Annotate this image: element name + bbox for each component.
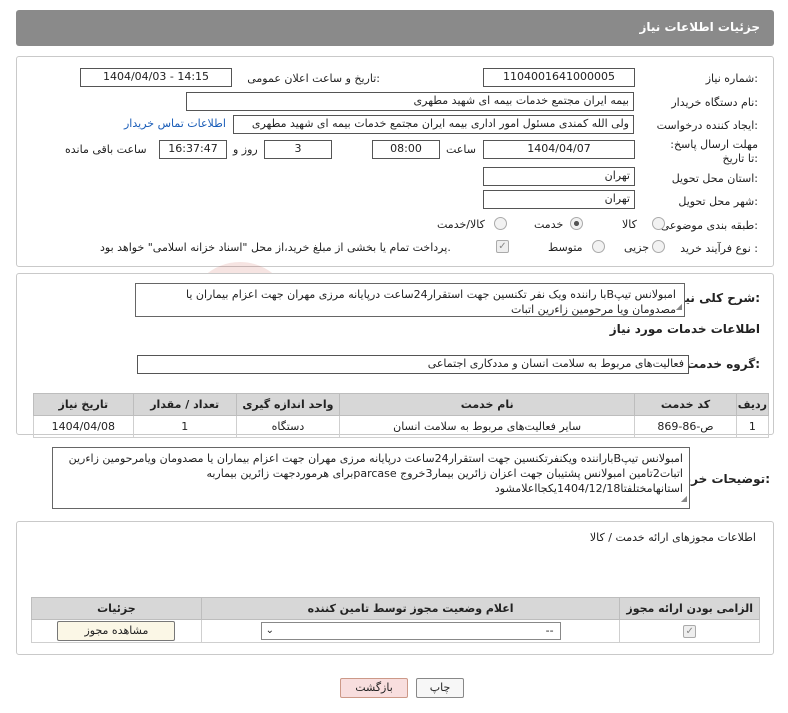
- view-permit-button[interactable]: مشاهده مجوز: [57, 621, 176, 641]
- back-button[interactable]: بازگشت: [340, 678, 408, 698]
- cell-details: مشاهده مجوز: [31, 619, 202, 643]
- buyer-notes-text: امبولانس تیپBباراننده ویکنفرتکنسین جهت ا…: [68, 452, 683, 495]
- process-option-medium: متوسط: [548, 241, 583, 254]
- col-date: تاریخ نیاز: [33, 393, 134, 416]
- permits-section-title: اطلاعات مجوزهای ارائه خدمت / کالا: [589, 531, 756, 544]
- payment-note: پرداخت تمام یا بخشی از مبلغ خرید،از محل …: [100, 241, 451, 254]
- col-permit-required: الزامی بودن ارائه مجوز: [619, 597, 760, 620]
- summary-label: شرح کلی نیاز:: [674, 291, 760, 305]
- col-details: جزئیات: [31, 597, 202, 620]
- contact-buyer-link[interactable]: اطلاعات تماس خریدار: [124, 117, 226, 130]
- payment-checkbox[interactable]: ✓: [496, 240, 509, 253]
- col-code: کد خدمت: [634, 393, 737, 416]
- print-button[interactable]: چاپ: [416, 678, 464, 698]
- buyer-label: نام دستگاه خریدار:: [671, 96, 758, 109]
- permits-table: جزئیات اعلام وضعیت مجوز توسط تامین کننده…: [31, 597, 760, 643]
- process-label: نوع فرآیند خرید :: [680, 242, 758, 255]
- need-number-field[interactable]: 1104001641000005: [483, 68, 635, 87]
- page-title: جزئیات اطلاعات نیاز: [639, 20, 760, 34]
- province-label: استان محل تحویل:: [671, 172, 758, 185]
- resize-grip-icon[interactable]: ◢: [676, 299, 682, 314]
- creator-label: ایجاد کننده درخواست:: [656, 119, 758, 132]
- deadline-time-field[interactable]: 08:00: [372, 140, 440, 159]
- announce-field[interactable]: 1404/04/03 - 14:15: [80, 68, 232, 87]
- cell-permit-status: -- ⌄: [200, 619, 621, 643]
- service-group-label: گروه خدمت:: [686, 357, 760, 371]
- summary-text: امبولانس تیپBبا راننده ویک نفر تکنسین جه…: [185, 288, 676, 316]
- category-option-goods: کالا: [622, 218, 637, 231]
- category-label: طبقه بندی موضوعی:: [660, 219, 758, 232]
- col-unit: واحد اندازه گیری: [235, 393, 341, 416]
- permit-status-select[interactable]: -- ⌄: [260, 622, 561, 640]
- remaining-days-label: روز و: [233, 143, 258, 156]
- col-qty: تعداد / مقدار: [132, 393, 237, 416]
- table-row: مشاهده مجوز -- ⌄ ✓: [31, 619, 760, 643]
- col-permit-status: اعلام وضعیت مجوز توسط تامین کننده: [200, 597, 621, 620]
- col-name: نام خدمت: [339, 393, 636, 416]
- remaining-time-label: ساعت باقی مانده: [65, 143, 147, 156]
- cell-unit: دستگاه: [235, 415, 341, 438]
- need-info-panel: [16, 56, 774, 267]
- cell-row: 1: [735, 415, 770, 438]
- category-option-goods-service: کالا/خدمت: [437, 218, 485, 231]
- city-field[interactable]: تهران: [483, 190, 635, 209]
- services-section-title: اطلاعات خدمات مورد نیاز: [609, 322, 760, 336]
- province-field[interactable]: تهران: [483, 167, 635, 186]
- deadline-label: مهلت ارسال پاسخ: تا تاریخ:: [670, 138, 758, 165]
- announce-label: تاریخ و ساعت اعلان عمومی:: [247, 72, 380, 85]
- summary-textarea[interactable]: امبولانس تیپBبا راننده ویک نفر تکنسین جه…: [135, 283, 685, 317]
- deadline-date-field[interactable]: 1404/04/07: [483, 140, 635, 159]
- city-label: شهر محل تحویل:: [678, 195, 758, 208]
- process-radio-partial[interactable]: [652, 240, 665, 253]
- remaining-days-field[interactable]: 3: [264, 140, 332, 159]
- deadline-hour-label: ساعت: [446, 143, 476, 156]
- table-row: 1404/04/08 1 دستگاه سایر فعالیت‌های مربو…: [33, 415, 770, 438]
- creator-field[interactable]: ولی الله کمندی مسئول امور اداری بیمه ایر…: [233, 115, 634, 134]
- permit-select-value: --: [545, 624, 554, 637]
- remaining-time-field[interactable]: 16:37:47: [159, 140, 227, 159]
- category-option-service: خدمت: [534, 218, 564, 231]
- category-radio-goods-service[interactable]: [494, 217, 507, 230]
- service-group-field[interactable]: فعالیت‌های مربوط به سلامت انسان و مددکار…: [137, 355, 689, 374]
- cell-permit-required: ✓: [619, 619, 760, 643]
- buyer-field[interactable]: بیمه ایران مجتمع خدمات بیمه ای شهید مطهر…: [186, 92, 634, 111]
- permit-required-checkbox: ✓: [683, 625, 697, 638]
- permits-header-row: جزئیات اعلام وضعیت مجوز توسط تامین کننده…: [31, 597, 760, 620]
- services-table: تاریخ نیاز تعداد / مقدار واحد اندازه گیر…: [33, 393, 770, 438]
- services-header-row: تاریخ نیاز تعداد / مقدار واحد اندازه گیر…: [33, 393, 770, 416]
- col-row: ردیف: [735, 393, 770, 416]
- process-radio-medium[interactable]: [592, 240, 605, 253]
- process-option-partial: جزیی: [624, 241, 650, 254]
- page-header: جزئیات اطلاعات نیاز: [16, 10, 774, 46]
- cell-code: ص-86-869: [634, 415, 737, 438]
- category-radio-goods[interactable]: [652, 217, 665, 230]
- chevron-down-icon: ⌄: [265, 625, 274, 636]
- resize-grip-icon[interactable]: ◢: [681, 491, 687, 506]
- cell-qty: 1: [132, 415, 237, 438]
- cell-date: 1404/04/08: [33, 415, 134, 438]
- need-number-label: شماره نیاز:: [705, 72, 758, 85]
- category-radio-service[interactable]: [570, 217, 583, 230]
- cell-name: سایر فعالیت‌های مربوط به سلامت انسان: [339, 415, 636, 438]
- buyer-notes-textarea[interactable]: امبولانس تیپBباراننده ویکنفرتکنسین جهت ا…: [52, 447, 690, 509]
